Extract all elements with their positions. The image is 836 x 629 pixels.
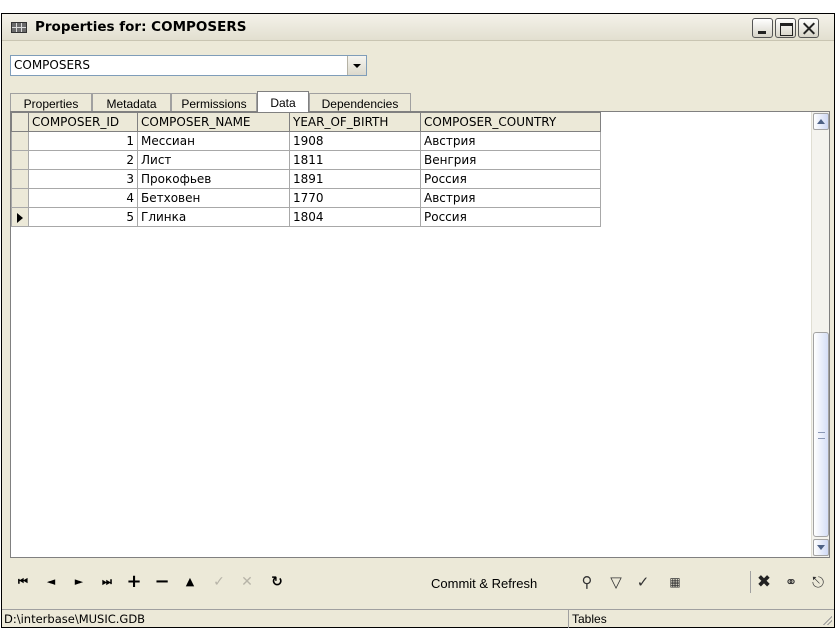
commit-refresh-button[interactable]: Commit & Refresh <box>431 576 537 591</box>
delete-all-icon[interactable]: ✖ <box>753 571 775 593</box>
table-row-current[interactable]: 5 Глинка 1804 Россия <box>11 207 601 227</box>
cell-composer-name[interactable]: Бетховен <box>137 188 290 208</box>
minimize-button[interactable] <box>752 18 773 38</box>
cell-year-of-birth[interactable]: 1804 <box>289 207 421 227</box>
close-button[interactable] <box>798 18 819 38</box>
status-bar: D:\interbase\MUSIC.GDB Tables <box>2 609 834 628</box>
row-indicator[interactable] <box>11 131 29 151</box>
data-table: COMPOSER_ID COMPOSER_NAME YEAR_OF_BIRTH … <box>11 112 601 227</box>
vertical-scrollbar[interactable] <box>811 112 829 557</box>
tab-properties[interactable]: Properties <box>10 93 92 112</box>
cell-composer-id[interactable]: 5 <box>28 207 138 227</box>
edit-record-button[interactable]: ▲ <box>179 571 201 593</box>
resize-grip[interactable] <box>822 615 832 625</box>
cell-year-of-birth[interactable]: 1891 <box>289 169 421 189</box>
cell-composer-name[interactable]: Глинка <box>137 207 290 227</box>
object-select[interactable]: COMPOSERS <box>10 55 367 76</box>
cell-composer-country[interactable]: Россия <box>420 169 601 189</box>
title-bar[interactable]: Properties for: COMPOSERS <box>2 14 834 41</box>
column-header-composer-name[interactable]: COMPOSER_NAME <box>137 112 290 132</box>
last-record-button[interactable]: ⏭ <box>96 571 118 593</box>
cell-year-of-birth[interactable]: 1811 <box>289 150 421 170</box>
cell-composer-country[interactable]: Австрия <box>420 131 601 151</box>
database-path: D:\interbase\MUSIC.GDB <box>4 612 146 626</box>
next-record-button[interactable]: ► <box>68 571 90 593</box>
insert-record-button[interactable]: + <box>123 571 145 593</box>
navigator-toolbar: ⏮ ◄ ► ⏭ + − ▲ ✓ ✕ ↻ Commit & Refresh ⚲ ▽… <box>10 568 830 598</box>
cell-composer-country[interactable]: Венгрия <box>420 150 601 170</box>
cell-composer-name[interactable]: Лист <box>137 150 290 170</box>
cell-composer-id[interactable]: 1 <box>28 131 138 151</box>
table-row[interactable]: 2 Лист 1811 Венгрия <box>11 150 601 170</box>
row-indicator[interactable] <box>11 150 29 170</box>
object-select-value: COMPOSERS <box>14 58 91 72</box>
search-icon[interactable]: ⚲ <box>576 571 598 593</box>
column-header-composer-id[interactable]: COMPOSER_ID <box>28 112 138 132</box>
column-header-composer-country[interactable]: COMPOSER_COUNTRY <box>420 112 601 132</box>
table-row[interactable]: 3 Прокофьев 1891 Россия <box>11 169 601 189</box>
grid-view-icon[interactable]: ▦ <box>664 571 686 593</box>
first-record-button[interactable]: ⏮ <box>12 571 34 593</box>
cell-composer-id[interactable]: 2 <box>28 150 138 170</box>
scroll-up-button[interactable] <box>813 113 829 130</box>
row-indicator[interactable] <box>11 207 29 227</box>
row-indicator[interactable] <box>11 188 29 208</box>
current-row-arrow-icon <box>17 213 23 223</box>
header-row: COMPOSER_ID COMPOSER_NAME YEAR_OF_BIRTH … <box>11 112 601 132</box>
post-edit-button[interactable]: ✓ <box>208 571 230 593</box>
cell-year-of-birth[interactable]: 1770 <box>289 188 421 208</box>
cell-composer-id[interactable]: 4 <box>28 188 138 208</box>
cell-composer-id[interactable]: 3 <box>28 169 138 189</box>
column-header-year-of-birth[interactable]: YEAR_OF_BIRTH <box>289 112 421 132</box>
export-icon[interactable]: ⚭ <box>780 571 802 593</box>
row-indicator[interactable] <box>11 169 29 189</box>
cancel-edit-button[interactable]: ✕ <box>236 571 258 593</box>
toolbar-separator <box>750 571 751 593</box>
prior-record-button[interactable]: ◄ <box>40 571 62 593</box>
cell-composer-country[interactable]: Россия <box>420 207 601 227</box>
cell-composer-country[interactable]: Австрия <box>420 188 601 208</box>
cell-composer-name[interactable]: Мессиан <box>137 131 290 151</box>
cell-year-of-birth[interactable]: 1908 <box>289 131 421 151</box>
filter-icon[interactable]: ▽ <box>605 571 627 593</box>
tab-permissions[interactable]: Permissions <box>171 93 257 112</box>
refresh-button[interactable]: ↻ <box>266 571 288 593</box>
import-icon[interactable]: ⎋ <box>807 571 829 593</box>
tab-dependencies[interactable]: Dependencies <box>309 93 411 112</box>
window-title: Properties for: COMPOSERS <box>35 19 247 35</box>
table-icon <box>11 22 27 33</box>
cell-composer-name[interactable]: Прокофьев <box>137 169 290 189</box>
chevron-down-icon[interactable] <box>347 56 366 75</box>
tab-data[interactable]: Data <box>257 91 309 112</box>
table-row[interactable]: 4 Бетховен 1770 Австрия <box>11 188 601 208</box>
table-row[interactable]: 1 Мессиан 1908 Австрия <box>11 131 601 151</box>
scroll-down-button[interactable] <box>813 539 829 556</box>
scrollbar-thumb[interactable] <box>813 332 829 537</box>
status-divider <box>568 610 569 628</box>
row-indicator-header <box>11 112 29 132</box>
tab-metadata[interactable]: Metadata <box>92 93 171 112</box>
status-section: Tables <box>572 612 607 626</box>
data-grid[interactable]: COMPOSER_ID COMPOSER_NAME YEAR_OF_BIRTH … <box>10 111 830 558</box>
properties-window: Properties for: COMPOSERS COMPOSERS Prop… <box>1 13 835 628</box>
clear-filter-icon[interactable]: ✓ <box>632 571 654 593</box>
maximize-button[interactable] <box>775 18 796 38</box>
delete-record-button[interactable]: − <box>151 571 173 593</box>
